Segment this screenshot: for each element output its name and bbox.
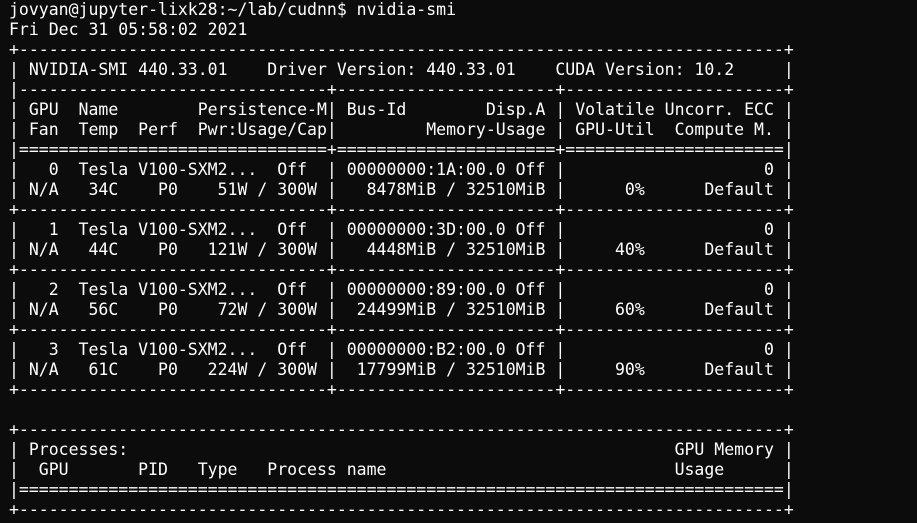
terminal-line: +---------------------------------------… <box>9 500 794 519</box>
terminal-line-column-header: | Fan Temp Perf Pwr:Usage/Cap| Memory-Us… <box>9 120 794 139</box>
terminal-output: jovyan@jupyter-lixk28:~/lab/cudnn$ nvidi… <box>9 0 794 520</box>
terminal-line-gpu-row: | N/A 34C P0 51W / 300W | 8478MiB / 3251… <box>9 180 794 199</box>
terminal-line-gpu-row: | 2 Tesla V100-SXM2... Off | 00000000:89… <box>9 280 794 299</box>
terminal-line: +-------------------------------+-------… <box>9 200 794 219</box>
terminal-line: +-------------------------------+-------… <box>9 320 794 339</box>
terminal-line-gpu-row: | N/A 61C P0 224W / 300W | 17799MiB / 32… <box>9 360 794 379</box>
terminal-line: +-------------------------------+-------… <box>9 260 794 279</box>
terminal-line-prompt: jovyan@jupyter-lixk28:~/lab/cudnn$ nvidi… <box>9 0 457 19</box>
terminal-line-timestamp: Fri Dec 31 05:58:02 2021 <box>9 20 248 39</box>
terminal-line: +---------------------------------------… <box>9 40 794 59</box>
terminal-line-gpu-row: | N/A 56C P0 72W / 300W | 24499MiB / 325… <box>9 300 794 319</box>
terminal-line: +-------------------------------+-------… <box>9 380 794 399</box>
terminal-line: |=======================================… <box>9 480 794 499</box>
terminal-line-version-header: | NVIDIA-SMI 440.33.01 Driver Version: 4… <box>9 60 794 79</box>
terminal-line-gpu-row: | N/A 44C P0 121W / 300W | 4448MiB / 325… <box>9 240 794 259</box>
terminal-line: |===============================+=======… <box>9 140 794 159</box>
terminal-window[interactable]: jovyan@jupyter-lixk28:~/lab/cudnn$ nvidi… <box>0 0 917 523</box>
terminal-line-gpu-row: | 1 Tesla V100-SXM2... Off | 00000000:3D… <box>9 220 794 239</box>
terminal-line: +---------------------------------------… <box>9 420 794 439</box>
terminal-line-processes-header: | Processes: GPU Memory | <box>9 440 794 459</box>
terminal-line-processes-header: | GPU PID Type Process name Usage | <box>9 460 794 479</box>
terminal-line: |-------------------------------+-------… <box>9 80 794 99</box>
terminal-line-gpu-row: | 0 Tesla V100-SXM2... Off | 00000000:1A… <box>9 160 794 179</box>
terminal-line-column-header: | GPU Name Persistence-M| Bus-Id Disp.A … <box>9 100 794 119</box>
terminal-line-gpu-row: | 3 Tesla V100-SXM2... Off | 00000000:B2… <box>9 340 794 359</box>
